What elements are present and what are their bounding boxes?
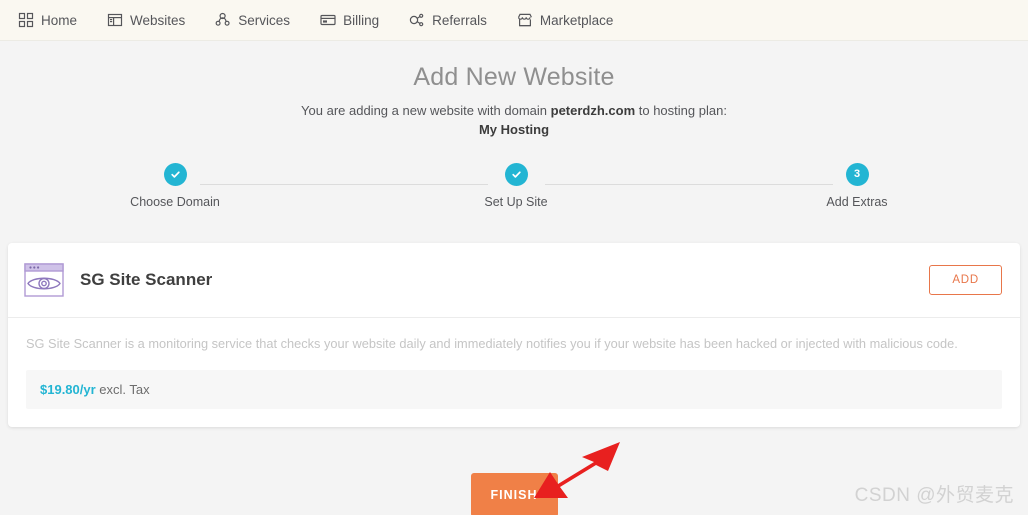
nav-item-services[interactable]: Services: [215, 12, 290, 28]
nav-item-label: Home: [41, 12, 78, 28]
credit-card-icon: [320, 12, 336, 28]
domain-name: peterdzh.com: [550, 102, 636, 118]
check-icon: [170, 171, 180, 178]
card-body: SG Site Scanner is a monitoring service …: [8, 318, 1020, 427]
price-amount: $19.80/yr: [40, 382, 96, 398]
page-header: Add New Website You are adding a new web…: [0, 41, 1028, 140]
hosting-plan-name: My Hosting: [478, 122, 550, 138]
share-nodes-icon: [409, 12, 425, 28]
step-marker-current: 3: [845, 163, 869, 187]
page-title: Add New Website: [413, 63, 615, 91]
nav-item-label: Websites: [130, 12, 186, 28]
price-bar: $19.80/yr excl. Tax: [26, 370, 1002, 410]
step-label: Set Up Site: [484, 195, 548, 210]
subtitle-suffix: to hosting plan:: [635, 102, 727, 118]
nav-item-home[interactable]: Home: [18, 12, 77, 28]
page-subtitle: You are adding a new website with domain…: [0, 102, 1028, 141]
step-set-up-site[interactable]: Set Up Site: [436, 163, 596, 209]
browser-window-icon: [107, 12, 123, 28]
nav-item-label: Marketplace: [539, 12, 614, 28]
nav-item-websites[interactable]: Websites: [107, 12, 185, 28]
site-scanner-eye-icon: [24, 263, 64, 297]
nav-item-referrals[interactable]: Referrals: [409, 12, 487, 28]
subtitle-prefix: You are adding a new website with domain: [301, 102, 551, 118]
csdn-watermark: CSDN @外贸麦克: [854, 485, 1014, 506]
step-marker-complete: [504, 163, 528, 187]
nav-item-label: Referrals: [432, 12, 487, 28]
card-description: SG Site Scanner is a monitoring service …: [26, 336, 958, 351]
step-choose-domain[interactable]: Choose Domain: [95, 163, 255, 209]
nav-item-billing[interactable]: Billing: [320, 12, 379, 28]
storefront-icon: [517, 12, 533, 28]
nav-item-label: Services: [238, 12, 291, 28]
nav-item-label: Billing: [343, 12, 380, 28]
card-title: SG Site Scanner: [80, 270, 213, 289]
check-icon: [511, 171, 521, 178]
add-button[interactable]: ADD: [929, 265, 1002, 295]
sg-site-scanner-card: SG Site Scanner ADD SG Site Scanner is a…: [8, 243, 1020, 428]
price-tax-note: excl. Tax: [95, 382, 150, 398]
people-icon: [215, 12, 231, 28]
nav-item-marketplace[interactable]: Marketplace: [517, 12, 614, 28]
grid-icon: [18, 12, 34, 28]
step-label: Choose Domain: [130, 195, 220, 210]
top-navigation-bar: Home Websites Services Billing Referrals…: [0, 0, 1028, 41]
progress-stepper: Choose Domain Set Up Site 3 Add Extras: [0, 163, 1028, 219]
step-marker-complete: [163, 163, 187, 187]
card-header: SG Site Scanner ADD: [8, 243, 1020, 317]
finish-button[interactable]: FINISH: [470, 473, 558, 515]
step-add-extras[interactable]: 3 Add Extras: [777, 163, 937, 209]
step-label: Add Extras: [826, 195, 888, 210]
